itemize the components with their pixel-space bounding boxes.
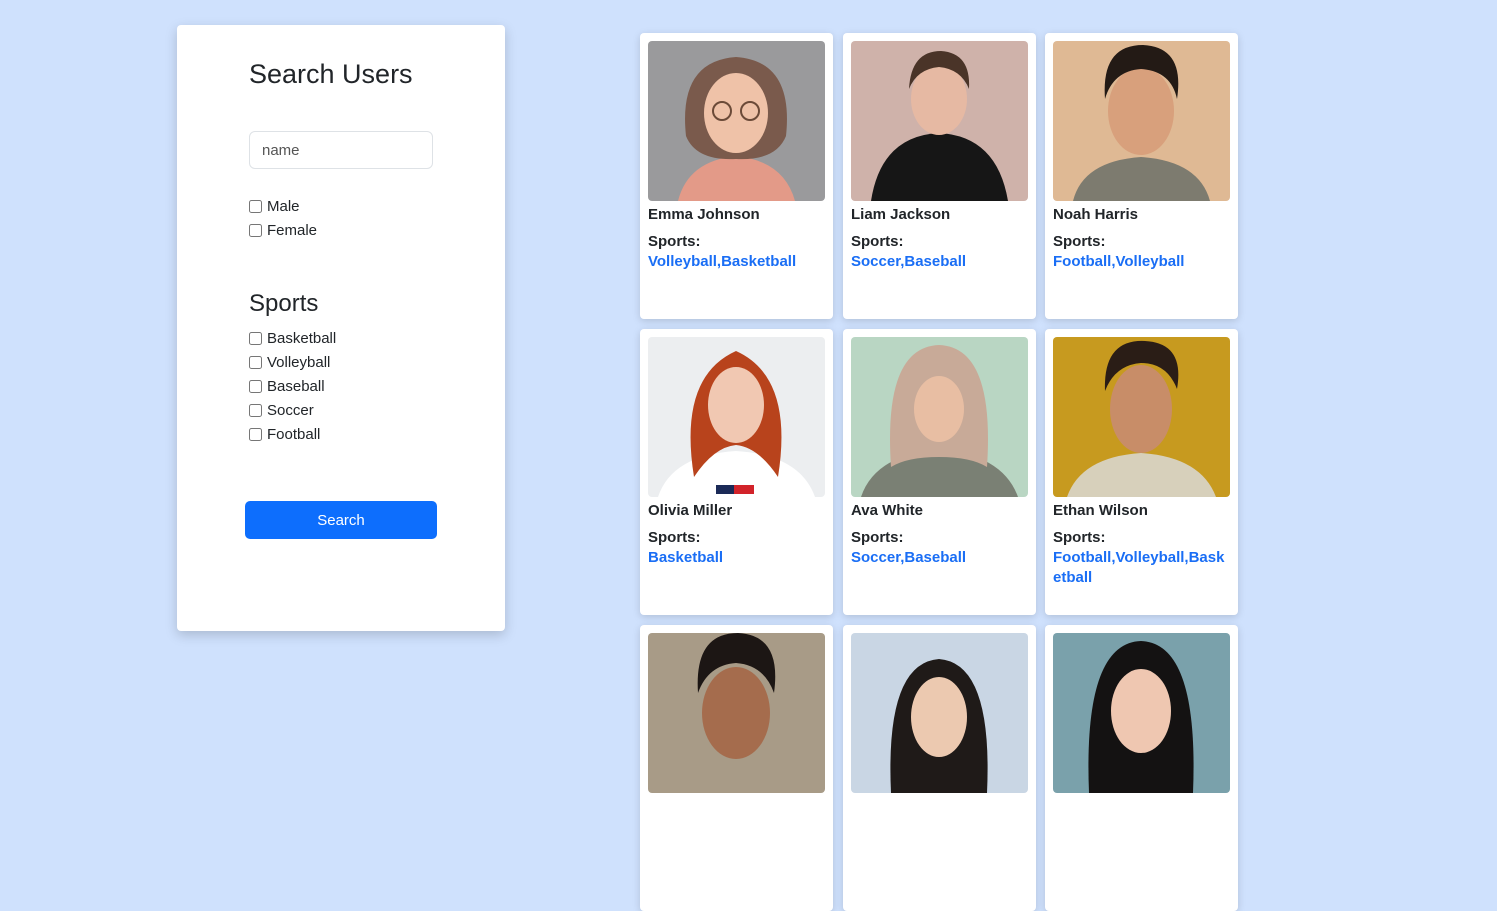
male-label: Male [267,197,300,215]
soccer-label: Soccer [267,401,314,419]
photo-face [914,376,964,442]
name-search-input[interactable] [249,131,433,169]
portrait-image [648,337,825,497]
football-label: Football [267,425,321,443]
football-checkbox[interactable] [249,427,262,441]
user-photo [851,41,1028,201]
user-photo [1053,633,1230,793]
photo-face [911,677,967,757]
user-card[interactable] [843,625,1036,911]
portrait-image [851,337,1028,497]
user-sports: Football,Volleyball [1053,253,1185,270]
basketball-label: Basketball [267,329,337,347]
user-card[interactable]: Ava White Sports: Soccer,Baseball [843,329,1036,615]
user-card[interactable]: Ethan Wilson Sports: Football,Volleyball… [1045,329,1238,615]
sports-label: Sports: [648,233,701,250]
portrait-image [851,633,1028,793]
photo-face [708,367,764,443]
user-card[interactable]: Olivia Miller Sports: Basketball [640,329,833,615]
user-photo [648,633,825,793]
sports-label: Sports: [1053,529,1106,546]
panel-title: Search Users [249,59,413,89]
sports-label: Sports: [648,529,701,546]
user-name: Liam Jackson [851,206,951,223]
user-photo [1053,337,1230,497]
user-photo [648,337,825,497]
sports-label: Sports: [1053,233,1106,250]
basketball-checkbox[interactable] [249,331,262,345]
sports-heading: Sports [249,290,319,317]
user-sports: Football,Volleyball,Basketball [1053,549,1225,586]
user-sports: Soccer,Baseball [851,253,967,270]
sport-option-basketball[interactable]: Basketball [249,328,336,348]
photo-face [1110,365,1172,453]
portrait-image [648,633,825,793]
portrait-image [1053,41,1230,201]
user-sports: Basketball [648,549,724,566]
search-panel: Search Users Male Female Sports Basketba… [177,25,505,631]
user-photo [851,633,1028,793]
user-photo [648,41,825,201]
user-card[interactable] [1045,625,1238,911]
user-name: Olivia Miller [648,502,733,519]
user-card[interactable]: Emma Johnson Sports: Volleyball,Basketba… [640,33,833,319]
user-photo [1053,41,1230,201]
user-card[interactable] [640,625,833,911]
female-label: Female [267,221,318,239]
sport-option-volleyball[interactable]: Volleyball [249,352,330,372]
portrait-image [1053,633,1230,793]
photo-face [702,667,770,759]
volleyball-label: Volleyball [267,353,331,371]
user-sports: Soccer,Baseball [851,549,967,566]
baseball-checkbox[interactable] [249,379,262,393]
sports-label: Sports: [851,233,904,250]
user-photo [851,337,1028,497]
sport-option-soccer[interactable]: Soccer [249,400,314,420]
user-name: Ava White [851,502,923,519]
user-sports: Volleyball,Basketball [648,253,797,270]
sports-label: Sports: [851,529,904,546]
portrait-image [851,41,1028,201]
gender-option-male[interactable]: Male [249,196,300,216]
search-button[interactable]: Search [245,501,437,539]
photo-face [1108,67,1174,155]
user-card[interactable]: Liam Jackson Sports: Soccer,Baseball [843,33,1036,319]
portrait-image [648,41,825,201]
user-card[interactable]: Noah Harris Sports: Football,Volleyball [1045,33,1238,319]
user-name: Ethan Wilson [1053,502,1148,519]
female-checkbox[interactable] [249,223,262,237]
soccer-checkbox[interactable] [249,403,262,417]
volleyball-checkbox[interactable] [249,355,262,369]
portrait-image [1053,337,1230,497]
male-checkbox[interactable] [249,199,262,213]
photo-face [1111,669,1171,753]
user-name: Emma Johnson [648,206,760,223]
sport-option-baseball[interactable]: Baseball [249,376,325,396]
baseball-label: Baseball [267,377,325,395]
user-name: Noah Harris [1053,206,1139,223]
gender-option-female[interactable]: Female [249,220,317,240]
sport-option-football[interactable]: Football [249,424,320,444]
